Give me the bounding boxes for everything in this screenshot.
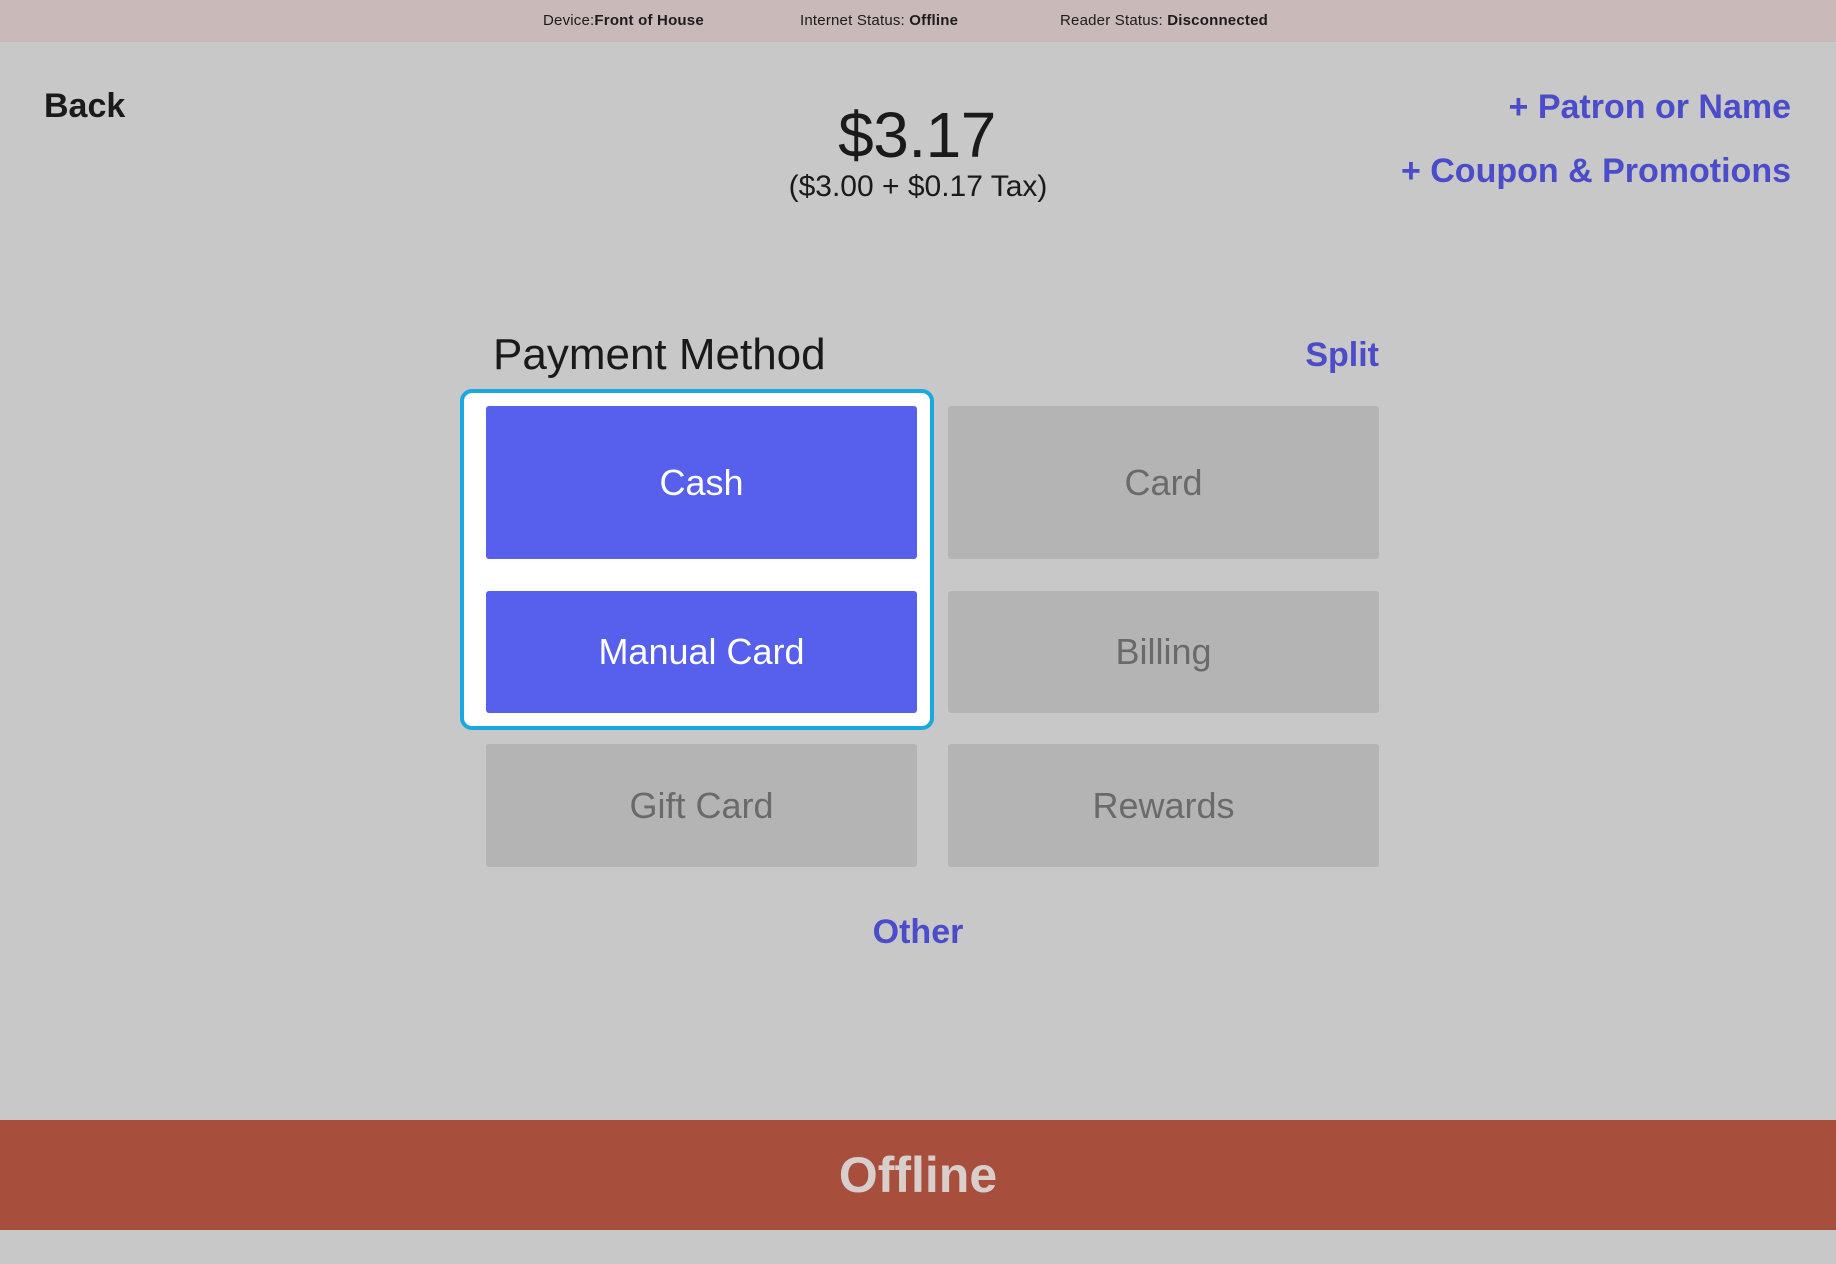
- cash-button[interactable]: Cash: [486, 406, 917, 559]
- payment-screen: Device:Front of House Internet Status: O…: [0, 0, 1836, 1264]
- card-button[interactable]: Card: [948, 406, 1379, 559]
- reader-status-label: Reader Status:: [1060, 12, 1168, 29]
- offline-banner: Offline: [0, 1120, 1836, 1230]
- other-payment-link[interactable]: Other: [0, 913, 1836, 952]
- reader-status-value: Disconnected: [1167, 12, 1268, 29]
- internet-status-label: Internet Status:: [800, 12, 910, 29]
- status-bar: Device:Front of House Internet Status: O…: [0, 0, 1836, 42]
- reader-status: Reader Status: Disconnected: [1060, 12, 1268, 29]
- gift-card-button[interactable]: Gift Card: [486, 744, 917, 867]
- internet-status: Internet Status: Offline: [800, 12, 958, 29]
- bottom-strip: [0, 1230, 1836, 1264]
- payment-method-title: Payment Method: [493, 330, 826, 379]
- device-status: Device:Front of House: [543, 12, 704, 29]
- add-coupon-link[interactable]: + Coupon & Promotions: [1401, 152, 1791, 191]
- offline-banner-label: Offline: [838, 1147, 998, 1203]
- internet-status-value: Offline: [909, 12, 959, 29]
- billing-button[interactable]: Billing: [948, 591, 1379, 713]
- add-patron-link[interactable]: + Patron or Name: [1509, 88, 1791, 127]
- split-button[interactable]: Split: [1305, 336, 1379, 375]
- rewards-button[interactable]: Rewards: [948, 744, 1379, 867]
- device-status-value: Front of House: [594, 12, 704, 29]
- device-status-label: Device:: [543, 12, 595, 29]
- manual-card-button[interactable]: Manual Card: [486, 591, 917, 713]
